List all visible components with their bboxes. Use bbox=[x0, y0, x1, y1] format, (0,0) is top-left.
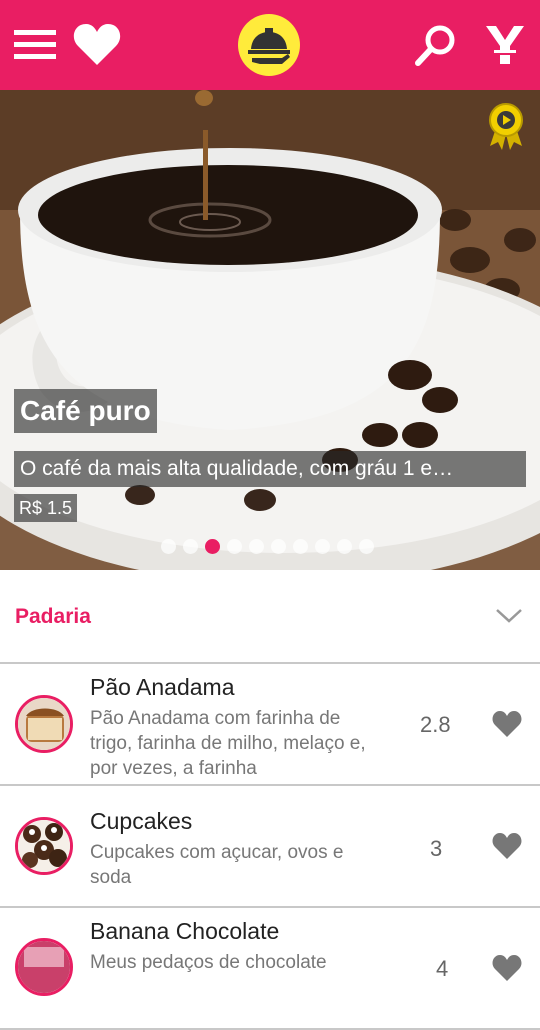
restaurant-logo[interactable] bbox=[232, 10, 306, 80]
carousel-indicator bbox=[161, 539, 374, 554]
category-label: Padaria bbox=[15, 605, 91, 628]
top-app-bar bbox=[0, 0, 540, 90]
product-description: Cupcakes com açucar, ovos e soda bbox=[90, 842, 344, 888]
product-avatar bbox=[15, 938, 73, 996]
favorite-heart-icon[interactable] bbox=[492, 954, 522, 982]
featured-price: R$ 1.5 bbox=[14, 494, 78, 522]
list-item[interactable]: Cupcakes Cupcakes com açucar, ovos e sod… bbox=[0, 786, 540, 908]
product-name: Pão Anadama bbox=[90, 674, 235, 700]
list-item[interactable]: Banana Chocolate Meus pedaços de chocola… bbox=[0, 908, 540, 1030]
list-item[interactable]: Pão Anadama Pão Anadama com farinha de t… bbox=[0, 664, 540, 786]
menu-icon[interactable] bbox=[12, 26, 58, 62]
category-selector[interactable]: Padaria bbox=[0, 572, 540, 664]
coffee-cup-image bbox=[0, 90, 540, 570]
product-avatar bbox=[15, 817, 73, 875]
carousel-dot[interactable] bbox=[315, 539, 330, 554]
filter-icon[interactable] bbox=[482, 20, 528, 70]
favorite-heart-icon[interactable] bbox=[492, 832, 522, 860]
product-avatar bbox=[15, 695, 73, 753]
product-name: Banana Chocolate bbox=[90, 918, 280, 944]
carousel-dot[interactable] bbox=[359, 539, 374, 554]
featured-carousel[interactable]: Café puro O café da mais alta qualidade,… bbox=[0, 90, 540, 570]
carousel-dot[interactable] bbox=[271, 539, 286, 554]
heart-icon[interactable] bbox=[72, 22, 122, 68]
carousel-dot[interactable] bbox=[293, 539, 308, 554]
product-name: Cupcakes bbox=[90, 808, 193, 834]
carousel-dot[interactable] bbox=[337, 539, 352, 554]
product-description: Meus pedaços de chocolate bbox=[90, 952, 327, 973]
carousel-dot[interactable] bbox=[227, 539, 242, 554]
search-icon[interactable] bbox=[410, 20, 460, 70]
carousel-dot[interactable] bbox=[249, 539, 264, 554]
carousel-dot[interactable] bbox=[183, 539, 198, 554]
carousel-dot-active[interactable] bbox=[205, 539, 220, 554]
featured-description: O café da mais alta qualidade, com gráu … bbox=[14, 451, 526, 487]
favorite-heart-icon[interactable] bbox=[492, 710, 522, 738]
chevron-down-icon[interactable] bbox=[494, 606, 524, 626]
award-badge-icon bbox=[486, 102, 526, 150]
product-rating: 2.8 bbox=[420, 712, 451, 737]
featured-title: Café puro bbox=[14, 389, 157, 433]
carousel-dot[interactable] bbox=[161, 539, 176, 554]
product-description: Pão Anadama com farinha de trigo, farinh… bbox=[90, 708, 366, 779]
product-rating: 3 bbox=[430, 836, 443, 861]
